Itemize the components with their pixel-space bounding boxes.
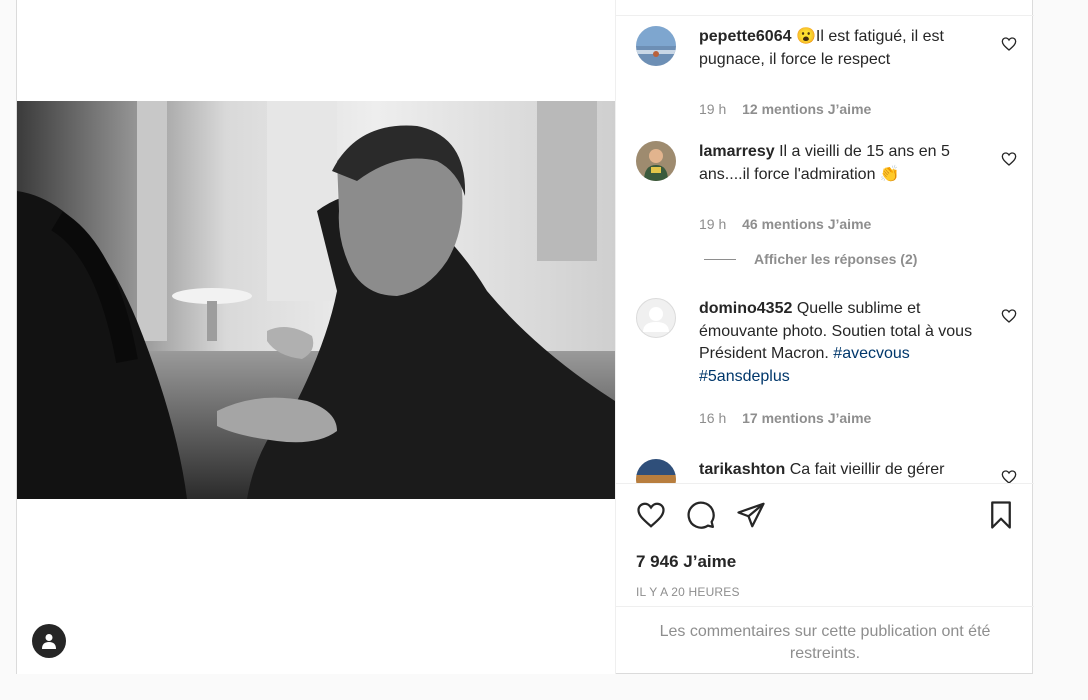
post-actions-bar [616, 483, 1034, 543]
comment-likes[interactable]: 12 mentions J’aime [742, 101, 871, 117]
heart-icon [1001, 309, 1017, 323]
comment-emoji: 😮 [795, 28, 816, 45]
comment-text-block: pepette6064 😮Il est fatigué, il est pugn… [699, 26, 979, 71]
like-button[interactable] [636, 500, 666, 530]
save-button[interactable] [986, 500, 1016, 530]
comment-text-block: lamarresy Il a vieilli de 15 ans en 5 an… [699, 141, 979, 186]
comment-emoji: 👏 [879, 165, 900, 183]
comments-restricted-notice: Les commentaires sur cette publication o… [616, 606, 1034, 674]
comment-text-block: tarikashton Ca fait vieillir de gérer [699, 459, 979, 482]
comment-text-block: domino4352 Quelle sublime et émouvante p… [699, 298, 979, 388]
comment-item: domino4352 Quelle sublime et émouvante p… [636, 298, 1017, 438]
share-button[interactable] [736, 500, 766, 530]
comment-username[interactable]: lamarresy [699, 143, 775, 160]
avatar-image [636, 141, 676, 181]
post-photo-image [17, 101, 615, 499]
comment-like-button[interactable] [1001, 36, 1017, 52]
comment-item: pepette6064 😮Il est fatigué, il est pugn… [636, 26, 1017, 117]
heart-icon [1001, 37, 1017, 51]
avatar[interactable] [636, 26, 676, 66]
hashtag-link[interactable]: #5ansdeplus [699, 368, 790, 385]
comment-time[interactable]: 19 h [699, 101, 726, 117]
user-silhouette-icon [42, 634, 56, 649]
comment-time[interactable]: 16 h [699, 410, 726, 426]
view-replies-button[interactable]: Afficher les réponses (2) [704, 251, 917, 267]
comment-meta: 19 h 46 mentions J’aime [699, 216, 871, 232]
post-photo[interactable] [17, 101, 615, 499]
comment-item: lamarresy Il a vieilli de 15 ans en 5 an… [636, 141, 1017, 301]
comment-meta: 19 h 12 mentions J’aime [699, 101, 871, 117]
comment-username[interactable]: domino4352 [699, 300, 792, 317]
comment-icon [687, 501, 715, 529]
comment-item: tarikashton Ca fait vieillir de gérer [636, 459, 1017, 483]
comment-like-button[interactable] [1001, 151, 1017, 167]
tagged-users-button[interactable] [32, 624, 66, 658]
heart-icon [1001, 152, 1017, 166]
hashtag-link[interactable]: #avecvous [833, 345, 910, 362]
default-avatar-icon [643, 307, 669, 332]
post-sidebar: pepette6064 😮Il est fatigué, il est pugn… [615, 0, 1034, 674]
comment-time[interactable]: 19 h [699, 216, 726, 232]
post-media [17, 0, 615, 674]
avatar[interactable] [636, 141, 676, 181]
bookmark-icon [991, 501, 1011, 529]
comment-username[interactable]: tarikashton [699, 461, 785, 478]
comment-button[interactable] [686, 500, 716, 530]
heart-icon [1001, 470, 1017, 483]
comment-username[interactable]: pepette6064 [699, 28, 792, 45]
replies-divider [704, 258, 736, 260]
avatar-image [636, 459, 676, 483]
comments-list[interactable]: pepette6064 😮Il est fatigué, il est pugn… [616, 15, 1034, 483]
paper-plane-icon [737, 502, 765, 528]
comment-likes[interactable]: 17 mentions J’aime [742, 410, 871, 426]
comment-likes[interactable]: 46 mentions J’aime [742, 216, 871, 232]
comment-meta: 16 h 17 mentions J’aime [699, 410, 871, 426]
avatar-image [636, 26, 676, 66]
post-timestamp[interactable]: IL Y A 20 HEURES [636, 585, 740, 599]
avatar[interactable] [636, 459, 676, 483]
post-likes-count[interactable]: 7 946 J’aime [636, 552, 736, 572]
comment-like-button[interactable] [1001, 308, 1017, 324]
comment-like-button[interactable] [1001, 469, 1017, 483]
post-container: pepette6064 😮Il est fatigué, il est pugn… [16, 0, 1034, 674]
heart-icon [637, 502, 665, 528]
avatar[interactable] [636, 298, 676, 338]
comment-text: Ca fait vieillir de gérer [789, 461, 945, 478]
view-replies-label: Afficher les réponses (2) [754, 251, 918, 267]
